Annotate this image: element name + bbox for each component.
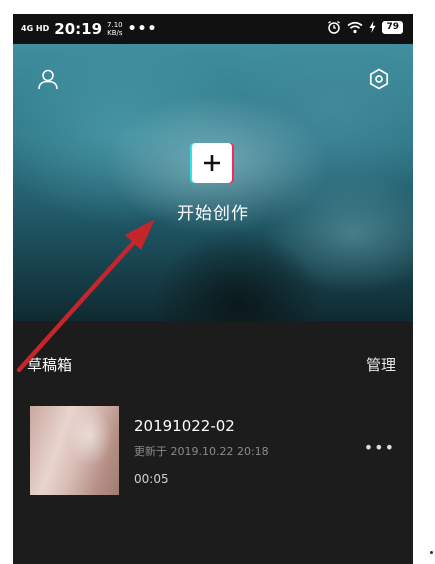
draft-thumbnail[interactable]	[30, 406, 119, 495]
create-label[interactable]: 开始创作	[13, 199, 413, 224]
draft-updated-time: 更新于 2019.10.22 20:18	[134, 445, 269, 458]
plus-icon	[204, 155, 220, 171]
draft-duration: 00:05	[134, 472, 169, 486]
user-icon[interactable]	[37, 68, 59, 90]
drafts-header: 草稿箱 管理	[13, 348, 413, 378]
status-more-indicator: •••	[127, 21, 158, 37]
hero-banner: 开始创作	[13, 44, 413, 321]
draft-item[interactable]: 20191022-02 更新于 2019.10.22 20:18 00:05 •…	[13, 402, 413, 502]
status-time: 20:19	[54, 20, 103, 38]
create-button[interactable]	[192, 143, 232, 183]
stray-dot	[430, 551, 433, 554]
wifi-icon	[347, 21, 363, 33]
alarm-icon	[328, 20, 341, 34]
drafts-title: 草稿箱	[27, 356, 73, 374]
battery-indicator: 79	[382, 20, 403, 34]
network-speed: 7.10 KB/s	[107, 21, 123, 37]
app-screen: 4G HD 20:19 7.10 KB/s ••• 79 开始创作 草稿箱 管理…	[13, 14, 413, 564]
manage-button[interactable]: 管理	[366, 354, 396, 375]
gear-icon[interactable]	[368, 68, 390, 90]
draft-name: 20191022-02	[134, 417, 235, 435]
status-bar: 4G HD 20:19 7.10 KB/s ••• 79	[13, 14, 413, 44]
network-indicator: 4G HD	[21, 24, 50, 33]
draft-more-button[interactable]: •••	[364, 438, 395, 457]
charging-icon	[369, 21, 376, 33]
